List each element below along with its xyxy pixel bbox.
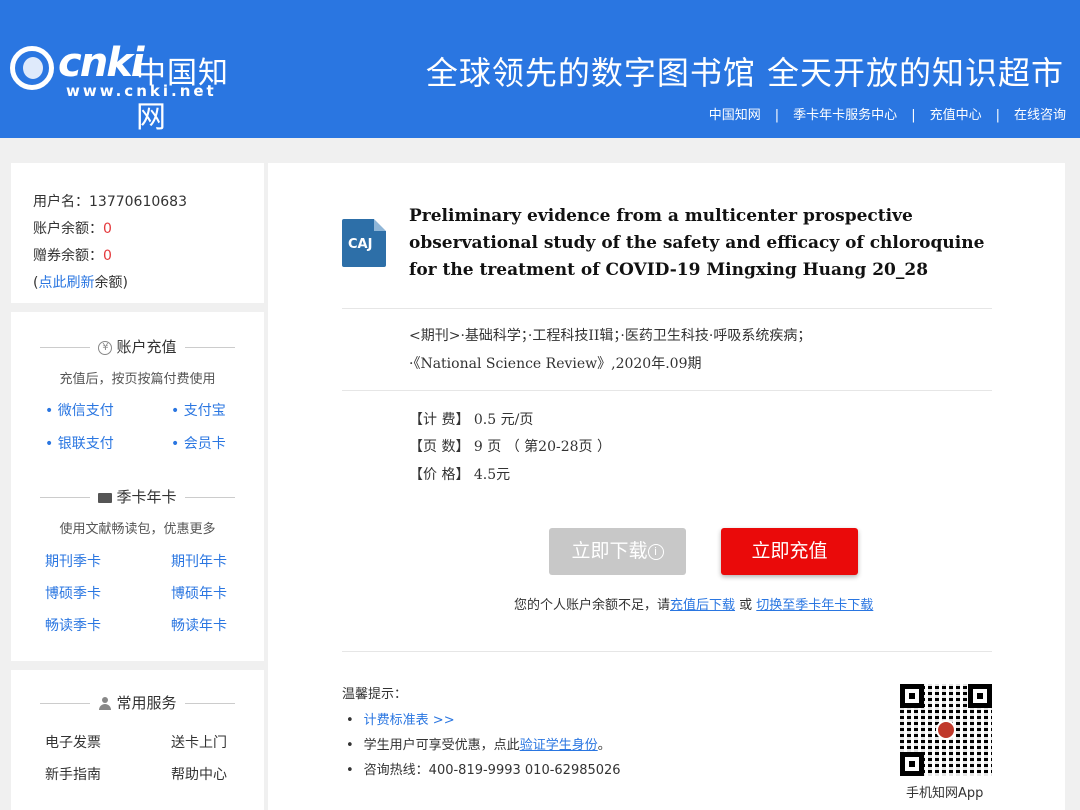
total-price: 【价 格】 4.5元	[409, 467, 511, 483]
username-label: 用户名：	[33, 194, 89, 210]
page-count: 【页 数】 9 页 （ 第20-28页 ）	[409, 439, 611, 455]
site-header: cnki 中国知网 www.cnki.net 全球领先的数字图书馆 全天开放的知…	[0, 0, 1080, 138]
qr-finder	[900, 684, 924, 708]
alipay-link[interactable]: 支付宝	[171, 400, 226, 420]
fee-standard-link[interactable]: 计费标准表 >>	[364, 713, 455, 728]
recharge-now-button[interactable]: 立即充值	[721, 528, 858, 575]
switch-to-card-download-link[interactable]: 切换至季卡年卡下载	[756, 598, 873, 613]
qr-caption: 手机知网App	[906, 786, 984, 801]
caj-badge-text: CAJ	[348, 237, 373, 252]
journal-season-card-link[interactable]: 期刊季卡	[45, 551, 101, 571]
username-row: 用户名：13770610683	[33, 189, 264, 216]
nav-cnki-home[interactable]: 中国知网	[709, 108, 761, 123]
caj-file-icon: CAJ	[342, 219, 386, 267]
refresh-tail: 余额)	[94, 275, 128, 291]
divider	[184, 347, 235, 348]
coupon-value: 0	[103, 248, 112, 264]
fee-rate: 【计 费】 0.5 元/页	[409, 412, 534, 428]
notice-title: 温馨提示：	[342, 687, 408, 702]
article-purchase-panel: CAJ Preliminary evidence from a multicen…	[268, 163, 1065, 810]
divider	[184, 703, 235, 704]
recharge-section-title: ¥ 账户充值	[11, 336, 264, 357]
balance-value: 0	[103, 221, 112, 237]
logo-url: www.cnki.net	[66, 82, 217, 100]
wechat-pay-link[interactable]: 微信支付	[45, 400, 114, 420]
refresh-row: (点此刷新余额)	[33, 270, 264, 297]
qr-finder	[968, 684, 992, 708]
balance-row: 账户余额：0	[33, 216, 264, 243]
nav-online-consult[interactable]: 在线咨询	[1014, 108, 1066, 123]
nav-separator: |	[911, 108, 916, 123]
info-icon[interactable]: i	[647, 543, 664, 560]
beginner-guide-link[interactable]: 新手指南	[45, 764, 101, 784]
nav-card-service-center[interactable]: 季卡年卡服务中心	[793, 108, 897, 123]
cards-subtitle: 使用文献畅读包，优惠更多	[59, 522, 216, 537]
divider	[342, 308, 992, 309]
student-discount-text: 学生用户可享受优惠，点此	[363, 738, 520, 753]
notice-item: 学生用户可享受优惠，点此验证学生身份。	[346, 734, 611, 753]
thesis-season-card-link[interactable]: 博硕季卡	[45, 583, 101, 603]
qr-finder	[900, 752, 924, 776]
coupon-label: 赠券余额：	[33, 248, 103, 264]
app-qr-code	[900, 684, 992, 776]
student-discount-tail: 。	[597, 738, 611, 753]
nav-separator: |	[774, 108, 780, 123]
divider	[40, 703, 91, 704]
divider	[40, 347, 91, 348]
divider	[342, 651, 992, 652]
cards-title-text: 季卡年卡	[116, 488, 177, 506]
download-button-label: 立即下载	[571, 540, 648, 562]
cnki-logo[interactable]: cnki 中国知网 www.cnki.net	[8, 40, 248, 135]
article-source: ·《National Science Review》,2020年.09期	[409, 356, 702, 372]
recharge-panel: ¥账户充值 充值后，按页按篇付费使用 微信支付 支付宝 银联支付 会员卡 季卡年…	[11, 312, 264, 661]
yuan-icon: ¥	[98, 340, 113, 355]
unlimited-season-card-link[interactable]: 畅读季卡	[45, 615, 101, 635]
e-invoice-link[interactable]: 电子发票	[45, 732, 101, 752]
divider	[40, 497, 91, 498]
journal-year-card-link[interactable]: 期刊年卡	[171, 551, 227, 571]
qr-center-logo	[936, 720, 956, 740]
unionpay-link[interactable]: 银联支付	[45, 433, 114, 453]
thesis-year-card-link[interactable]: 博硕年卡	[171, 583, 227, 603]
notice-item: 计费标准表 >>	[346, 709, 455, 728]
globe-icon	[10, 46, 54, 90]
recharge-title-text: 账户充值	[116, 338, 177, 356]
divider	[342, 390, 992, 391]
notice-item: 咨询热线：400-819-9993 010-62985026	[346, 759, 621, 778]
recharge-subtitle: 充值后，按页按篇付费使用	[59, 372, 216, 387]
help-center-link[interactable]: 帮助中心	[171, 764, 227, 784]
card-icon	[98, 492, 113, 503]
username-value: 13770610683	[89, 194, 187, 210]
services-panel: 常用服务 电子发票 送卡上门 新手指南 帮助中心	[11, 670, 264, 810]
logo-wordmark: cnki	[58, 40, 144, 86]
site-slogan: 全球领先的数字图书馆 全天开放的知识超市	[425, 54, 1064, 92]
article-title: Preliminary evidence from a multicenter …	[409, 206, 985, 280]
tip-or: 或	[735, 598, 757, 613]
download-button[interactable]: 立即下载 i	[549, 528, 686, 575]
account-info-panel: 用户名：13770610683 账户余额：0 赠券余额：0 (点此刷新余额)	[11, 163, 264, 303]
coupon-row: 赠券余额：0	[33, 243, 264, 270]
insufficient-balance-tip: 您的个人账户余额不足，请充值后下载 或 切换至季卡年卡下载	[514, 594, 873, 613]
nav-separator: |	[995, 108, 1000, 123]
services-section-title: 常用服务	[11, 692, 264, 713]
divider	[184, 497, 235, 498]
unlimited-year-card-link[interactable]: 畅读年卡	[171, 615, 227, 635]
refresh-balance-link[interactable]: 点此刷新	[38, 275, 94, 291]
card-delivery-link[interactable]: 送卡上门	[171, 732, 227, 752]
recharge-then-download-link[interactable]: 充值后下载	[670, 598, 735, 613]
verify-student-link[interactable]: 验证学生身份	[520, 738, 598, 753]
member-card-link[interactable]: 会员卡	[171, 433, 226, 453]
nav-recharge-center[interactable]: 充值中心	[930, 108, 982, 123]
tip-text: 您的个人账户余额不足，请	[514, 598, 671, 613]
services-title-text: 常用服务	[116, 694, 177, 712]
top-nav: 中国知网 | 季卡年卡服务中心 | 充值中心 | 在线咨询	[709, 104, 1066, 123]
cards-section-title: 季卡年卡	[11, 486, 264, 507]
balance-label: 账户余额：	[33, 221, 103, 237]
article-subjects: <期刊>·基础科学；·工程科技II辑；·医药卫生科技·呼吸系统疾病；	[409, 328, 812, 344]
user-icon	[98, 696, 112, 711]
